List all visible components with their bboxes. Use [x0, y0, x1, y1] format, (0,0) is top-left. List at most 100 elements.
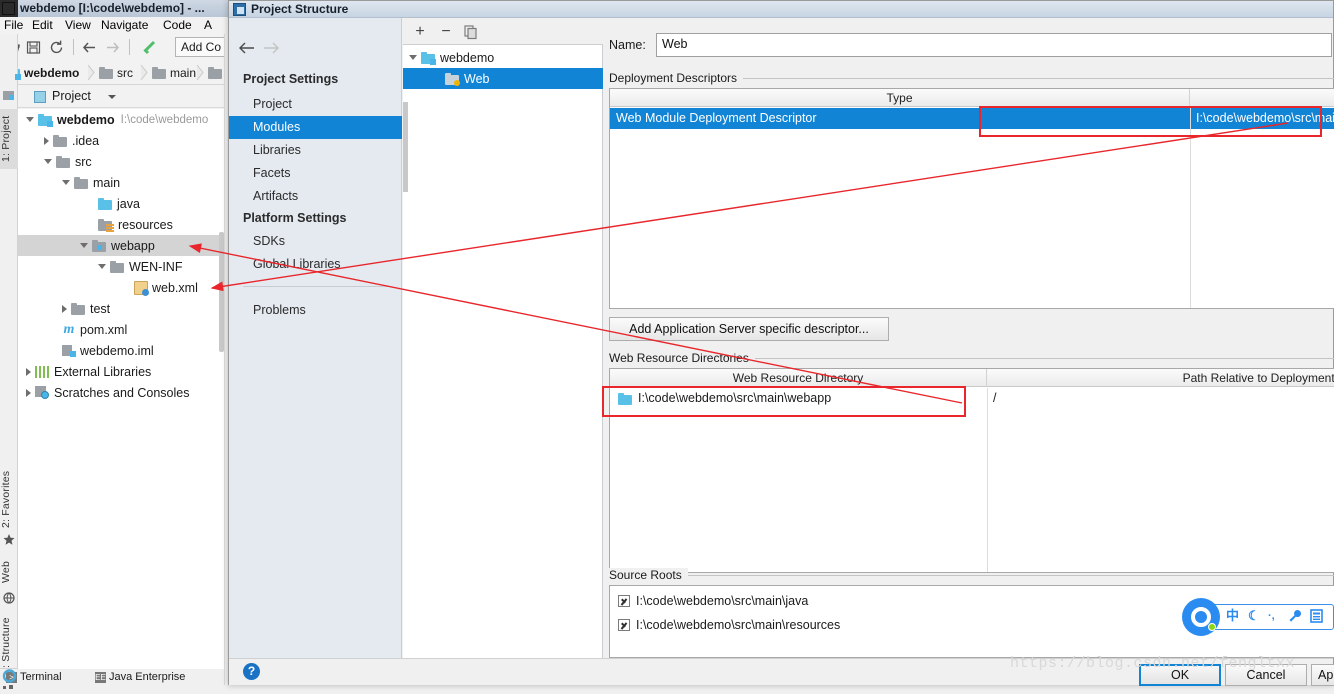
folder-icon	[99, 67, 113, 79]
deployment-descriptors-group-label: Deployment Descriptors	[609, 71, 744, 85]
wrench-icon[interactable]	[1288, 609, 1302, 626]
tree-row-resources[interactable]: resources	[18, 214, 224, 235]
back-arrow-icon[interactable]	[81, 39, 98, 56]
project-tree[interactable]: webdemo I:\code\webdemo .idea src main j…	[18, 109, 224, 669]
twisty-down-icon[interactable]	[44, 159, 52, 164]
twisty-right-icon[interactable]	[26, 388, 31, 397]
tree-row-web-xml[interactable]: web.xml	[18, 277, 224, 298]
nav-item-global-libraries[interactable]: Global Libraries	[229, 253, 402, 276]
tree-row-webdemo-iml[interactable]: webdemo.iml	[18, 340, 224, 361]
table-row[interactable]: Web Module Deployment Descriptor I:\code…	[610, 108, 1334, 129]
moon-icon[interactable]: ☾	[1248, 609, 1260, 623]
tree-row-scratches[interactable]: Scratches and Consoles	[18, 382, 224, 403]
menu-code[interactable]: Code	[163, 18, 192, 32]
menu-view[interactable]: View	[65, 18, 91, 32]
module-folder-icon	[38, 113, 53, 127]
copy-icon[interactable]	[462, 23, 480, 41]
qq-logo-icon[interactable]	[1182, 598, 1220, 636]
nav-item-project[interactable]: Project	[229, 93, 402, 116]
twisty-down-icon[interactable]	[26, 117, 34, 122]
tree-row-test[interactable]: test	[18, 298, 224, 319]
keyboard-icon[interactable]	[1310, 609, 1323, 626]
tree-label: web.xml	[152, 280, 198, 295]
table-row[interactable]: I:\code\webdemo\src\main\webapp /	[610, 388, 1334, 409]
menu-file[interactable]: File	[4, 18, 23, 32]
twisty-right-icon[interactable]	[26, 367, 31, 376]
twisty-right-icon[interactable]	[44, 136, 49, 145]
breadcrumb-item-src[interactable]: src	[99, 64, 133, 82]
folder-icon	[110, 260, 124, 273]
column-header-web-resource-directory[interactable]: Web Resource Directory	[610, 369, 987, 387]
tree-row-src[interactable]: src	[18, 151, 224, 172]
checkbox-checked-icon[interactable]	[618, 619, 630, 631]
tree-row-webdemo[interactable]: webdemo I:\code\webdemo	[18, 109, 224, 130]
twisty-down-icon[interactable]	[409, 55, 417, 60]
tree-row-java[interactable]: java	[18, 193, 224, 214]
module-row-webdemo[interactable]: webdemo	[403, 47, 603, 68]
menu-bar: File Edit View Navigate Code A	[0, 17, 232, 34]
column-header-path-relative[interactable]: Path Relative to Deployment Root	[987, 369, 1334, 387]
sidebar-item-project[interactable]: 1: Project	[0, 109, 18, 169]
sidebar-item-favorites[interactable]: 2: Favorites	[0, 466, 18, 532]
nav-item-artifacts[interactable]: Artifacts	[229, 185, 402, 208]
dialog-nav-column: Project Settings Project Modules Librari…	[229, 18, 402, 658]
chevron-down-icon[interactable]	[108, 95, 116, 99]
save-icon[interactable]	[25, 39, 42, 56]
tree-row-webapp[interactable]: webapp	[18, 235, 224, 256]
tree-row-external-libraries[interactable]: External Libraries	[18, 361, 224, 382]
web-folder-icon	[92, 239, 106, 252]
apply-button[interactable]: Ap	[1311, 664, 1334, 686]
breadcrumb-label: src	[117, 66, 133, 80]
menu-navigate[interactable]: Navigate	[101, 18, 148, 32]
nav-item-sdks[interactable]: SDKs	[229, 230, 402, 253]
tree-label: test	[90, 301, 111, 316]
module-row-web[interactable]: Web	[403, 68, 603, 89]
tree-label: webapp	[111, 238, 155, 253]
bottom-tab-java-enterprise[interactable]: EE Java Enterprise	[95, 671, 185, 683]
sidebar-item-web[interactable]: Web	[0, 553, 18, 591]
cell-type: Web Module Deployment Descriptor	[616, 111, 817, 125]
tree-row-idea[interactable]: .idea	[18, 130, 224, 151]
remove-module-button[interactable]: −	[437, 23, 455, 41]
nav-item-libraries[interactable]: Libraries	[229, 139, 402, 162]
checkbox-checked-icon[interactable]	[618, 595, 630, 607]
sync-icon[interactable]	[48, 39, 65, 56]
modules-scrollbar[interactable]	[403, 102, 408, 192]
twisty-down-icon[interactable]	[80, 243, 88, 248]
column-header-type[interactable]: Type	[610, 89, 1190, 107]
module-name-input[interactable]: Web	[656, 33, 1332, 57]
nav-group-project-settings: Project Settings	[243, 72, 339, 86]
menu-analyze[interactable]: A	[204, 18, 212, 32]
help-icon[interactable]: ?	[243, 663, 260, 680]
folder-icon	[53, 134, 67, 147]
twisty-down-icon[interactable]	[98, 264, 106, 269]
add-app-server-descriptor-button[interactable]: Add Application Server specific descript…	[609, 317, 889, 341]
breadcrumb-label: main	[170, 66, 197, 80]
twisty-down-icon[interactable]	[62, 180, 70, 185]
watermark: https://blog.csdn.net/fengltxx	[1010, 655, 1296, 672]
web-resource-directories-table[interactable]: Web Resource Directory Path Relative to …	[609, 368, 1334, 573]
build-hammer-icon[interactable]	[141, 39, 158, 56]
punctuation-icon[interactable]: ·,	[1268, 609, 1275, 623]
chinese-mode-icon[interactable]: 中	[1226, 609, 1239, 623]
group-rule-3	[679, 575, 1334, 576]
tree-row-pom-xml[interactable]: m pom.xml	[18, 319, 224, 340]
add-module-button[interactable]: +	[411, 23, 429, 41]
source-root-row-resources[interactable]: I:\code\webdemo\src\main\resources	[618, 618, 840, 632]
tree-row-wen-inf[interactable]: WEN-INF	[18, 256, 224, 277]
menu-edit[interactable]: Edit	[32, 18, 53, 32]
tree-row-main[interactable]: main	[18, 172, 224, 193]
tree-label: webdemo.iml	[80, 343, 154, 358]
nav-item-problems[interactable]: Problems	[229, 299, 402, 322]
column-header-path[interactable]: Path	[1190, 89, 1334, 107]
add-configuration-button[interactable]: Add Co	[175, 37, 228, 57]
twisty-right-icon[interactable]	[62, 304, 67, 313]
deployment-descriptors-table[interactable]: Type Path Web Module Deployment Descript…	[609, 88, 1334, 309]
breadcrumb-item-overflow[interactable]	[208, 64, 222, 82]
nav-back-icon[interactable]	[237, 40, 257, 56]
source-root-row-java[interactable]: I:\code\webdemo\src\main\java	[618, 594, 808, 608]
ide-app-icon	[2, 2, 15, 15]
nav-item-modules[interactable]: Modules	[229, 116, 402, 139]
nav-item-facets[interactable]: Facets	[229, 162, 402, 185]
breadcrumb-item-main[interactable]: main	[152, 64, 196, 82]
